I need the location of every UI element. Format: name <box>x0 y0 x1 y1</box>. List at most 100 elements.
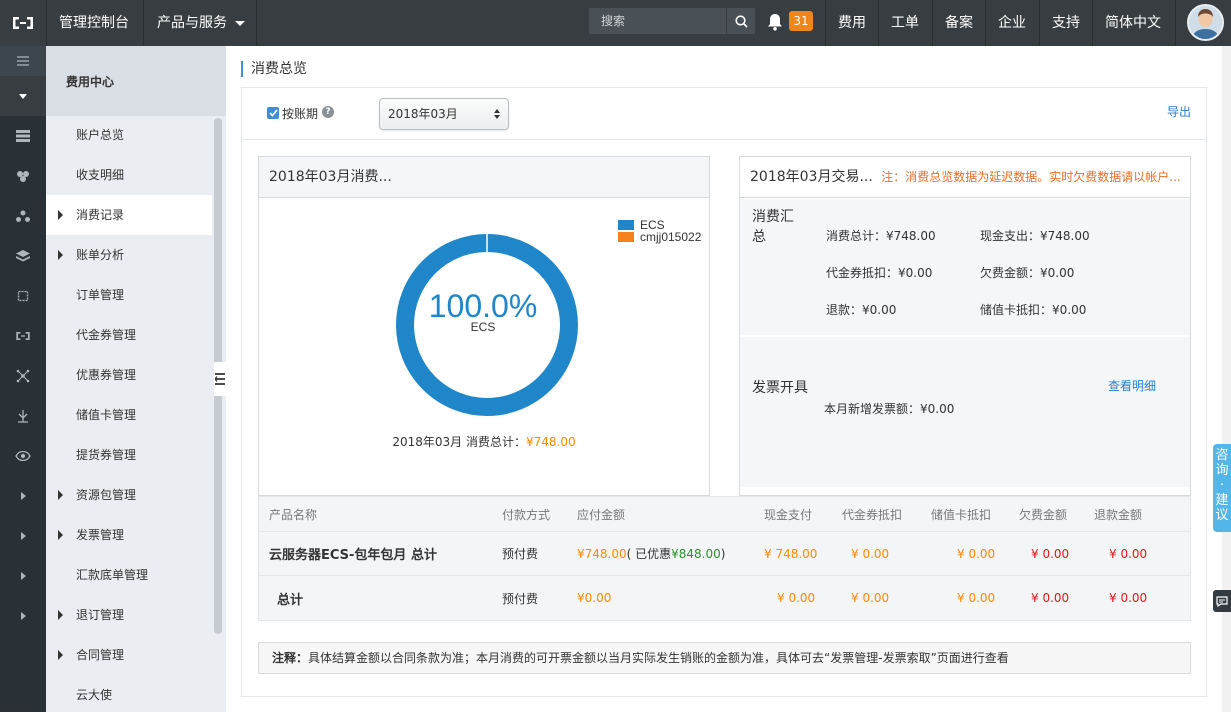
sidebar-item-label: 退订管理 <box>76 608 125 622</box>
molecule-icon[interactable] <box>0 356 46 396</box>
person-chart-icon[interactable] <box>0 396 46 436</box>
sidebar-item-bill-analysis[interactable]: 账单分析 <box>46 235 212 275</box>
chip-icon[interactable] <box>0 276 46 316</box>
sidebar-item-label: 消费记录 <box>76 208 125 222</box>
search-placeholder: 搜索 <box>601 14 626 28</box>
aliyun-logo-icon[interactable] <box>0 316 46 356</box>
network-icon[interactable] <box>0 196 46 236</box>
export-link[interactable]: 导出 <box>1167 103 1191 120</box>
sidebar-item-unsubscribe[interactable]: 退订管理 <box>46 595 212 635</box>
sidebar-item-label: 订单管理 <box>76 288 125 302</box>
col-product: 产品名称 <box>269 507 318 522</box>
sidebar-item-remittance[interactable]: 汇款底单管理 <box>46 555 212 595</box>
sidebar-item-resource-packs[interactable]: 资源包管理 <box>46 475 212 515</box>
monthly-total-value: ¥748.00 <box>526 435 576 449</box>
help-icon[interactable]: ? <box>322 106 334 118</box>
sidebar-item-vouchers[interactable]: 代金券管理 <box>46 315 212 355</box>
sidebar-item-income-expense[interactable]: 收支明细 <box>46 155 212 195</box>
caret-right-icon[interactable] <box>0 516 46 556</box>
console-link[interactable]: 管理控制台 <box>59 0 129 46</box>
nav-support[interactable]: 支持 <box>1052 0 1080 46</box>
language-switch[interactable]: 简体中文 <box>1105 0 1161 46</box>
caret-right-icon[interactable] <box>0 476 46 516</box>
nav-enterprise[interactable]: 企业 <box>998 0 1026 46</box>
products-menu-label: 产品与服务 <box>157 15 227 31</box>
chart-card-title: 2018年03月消费... <box>259 157 709 198</box>
sidebar-item-coupons[interactable]: 优惠券管理 <box>46 355 212 395</box>
by-period-checkbox[interactable] <box>267 107 279 119</box>
menu-toggle-icon[interactable] <box>0 46 46 76</box>
summary-owed: 欠费金额：¥0.00 <box>980 264 1074 281</box>
server-icon[interactable] <box>0 116 46 156</box>
caret-right-icon <box>58 250 63 260</box>
eye-icon[interactable] <box>0 436 46 476</box>
refund-amount: ¥ 0.00 <box>1109 591 1148 605</box>
sidebar-item-ambassador[interactable]: 云大使 <box>46 675 212 715</box>
chat-icon[interactable] <box>1213 590 1231 612</box>
product-name: 云服务器ECS-包年包月 总计 <box>269 548 437 563</box>
bell-icon[interactable] <box>767 13 785 33</box>
products-menu[interactable]: 产品与服务 <box>157 0 246 46</box>
sidebar-item-contracts[interactable]: 合同管理 <box>46 635 212 675</box>
summary-refund: 退款：¥0.00 <box>826 301 896 318</box>
chevron-down-icon <box>235 20 246 26</box>
divider <box>932 0 933 46</box>
field-label: 欠费金额： <box>980 266 1041 280</box>
invoice-title: 发票开具 <box>752 380 808 396</box>
invoice-details-link[interactable]: 查看明细 <box>1108 377 1156 394</box>
stored-card-amount: ¥ 0.00 <box>957 591 996 605</box>
search-input[interactable]: 搜索 <box>589 8 755 34</box>
nav-icp[interactable]: 备案 <box>945 0 973 46</box>
sidebar-item-stored-value-cards[interactable]: 储值卡管理 <box>46 395 212 435</box>
sidebar-item-invoices[interactable]: 发票管理 <box>46 515 212 555</box>
sidebar-item-consumption-records[interactable]: 消费记录 <box>46 195 212 235</box>
nav-tickets[interactable]: 工单 <box>891 0 919 46</box>
cash-amount: ¥ 0.00 <box>777 591 816 605</box>
field-value: ¥0.00 <box>862 303 897 317</box>
stored-card-amount: ¥ 0.00 <box>957 546 996 561</box>
layers-icon[interactable] <box>0 236 46 276</box>
page-scrollbar[interactable] <box>1222 46 1231 712</box>
caret-right-icon <box>58 610 63 620</box>
voucher-amount: ¥ 0.00 <box>851 591 890 605</box>
sidebar-collapse-handle[interactable] <box>214 362 226 396</box>
sidebar-header: 费用中心 <box>46 46 226 116</box>
product-name: 总计 <box>277 592 304 608</box>
feedback-label: 咨询·建议 <box>1215 448 1229 523</box>
feedback-tab[interactable]: 咨询·建议 <box>1213 444 1231 532</box>
cluster-icon[interactable] <box>0 156 46 196</box>
caret-right-icon <box>58 490 63 500</box>
sidebar-item-label: 账户总览 <box>76 128 125 142</box>
sidebar-item-account-overview[interactable]: 账户总览 <box>46 115 212 155</box>
search-button[interactable] <box>726 8 755 34</box>
sidebar-item-pickup-vouchers[interactable]: 提货券管理 <box>46 435 212 475</box>
payment-type: 预付费 <box>502 547 539 561</box>
legend-swatch <box>618 232 634 242</box>
note-text: 具体结算金额以合同条款为准；本月消费的可开票金额以当月实际发生销账的金额为准，具… <box>308 651 1009 665</box>
nav-fees[interactable]: 费用 <box>838 0 866 46</box>
rail-collapse-icon[interactable] <box>0 76 46 116</box>
consumption-summary: 消费汇总 消费总计：¥748.00 现金支出：¥748.00 代金券抵扣：¥0.… <box>740 199 1190 335</box>
discount-suffix: ) <box>720 546 726 561</box>
summary-card-title: 2018年03月交易... <box>750 169 873 185</box>
sidebar-item-label: 代金券管理 <box>76 328 137 342</box>
sidebar-item-label: 汇款底单管理 <box>76 568 149 582</box>
legend-label[interactable]: cmjj015022 <box>640 230 702 244</box>
collapse-icon <box>215 373 225 385</box>
sidebar-title: 费用中心 <box>66 75 115 89</box>
consumption-donut-chart: 100.0% ECS ECScmjj015022 <box>396 218 702 416</box>
sidebar-item-label: 合同管理 <box>76 648 125 662</box>
monthly-total-label: 2018年03月 消费总计： <box>392 435 526 449</box>
notification-badge[interactable]: 31 <box>789 11 813 31</box>
cash-amount: ¥ 748.00 <box>764 546 818 561</box>
caret-right-icon[interactable] <box>0 596 46 636</box>
caret-right-icon[interactable] <box>0 556 46 596</box>
sidebar-item-orders[interactable]: 订单管理 <box>46 275 212 315</box>
month-select[interactable]: 2018年03月 <box>379 98 509 130</box>
field-label: 现金支出： <box>980 229 1041 243</box>
user-avatar[interactable] <box>1187 4 1224 41</box>
aliyun-logo-icon[interactable] <box>0 0 46 46</box>
sidebar-item-label: 储值卡管理 <box>76 408 137 422</box>
page-title: 消费总览 <box>241 61 307 77</box>
icon-rail <box>0 46 46 712</box>
